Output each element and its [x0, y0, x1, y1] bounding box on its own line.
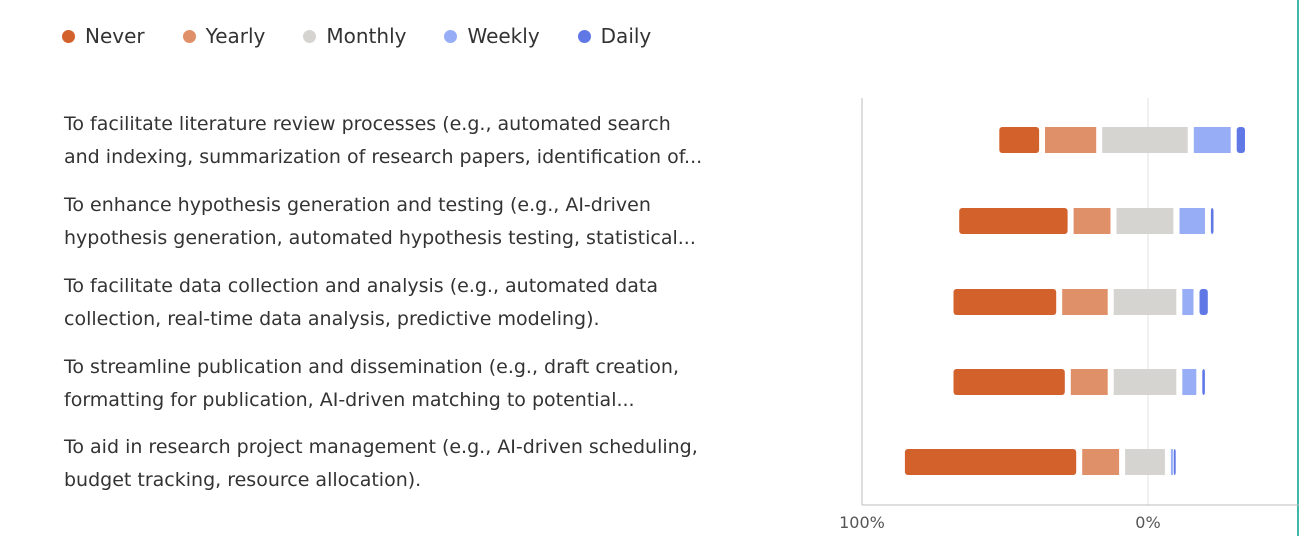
x-tick-label: 0% [1135, 513, 1160, 532]
bar-segment-weekly[interactable] [1182, 289, 1194, 315]
bar-segment-daily[interactable] [1210, 208, 1214, 234]
bar-segment-never[interactable] [959, 208, 1068, 234]
bar-segment-monthly[interactable] [1113, 369, 1177, 395]
bar-segment-daily[interactable] [1173, 449, 1176, 475]
bar-segment-yearly[interactable] [1082, 449, 1120, 475]
x-tick-label: 100% [839, 513, 885, 532]
bar-segment-yearly[interactable] [1062, 289, 1108, 315]
bar-group [904, 127, 1245, 475]
bar-segment-monthly[interactable] [1102, 127, 1188, 153]
bar-segment-yearly[interactable] [1070, 369, 1108, 395]
diverging-bar-chart: 100% 0% [839, 98, 1299, 532]
bar-segment-monthly[interactable] [1116, 208, 1174, 234]
bar-segment-never[interactable] [904, 449, 1077, 475]
bar-segment-yearly[interactable] [1073, 208, 1111, 234]
bar-segment-monthly[interactable] [1125, 449, 1165, 475]
bar-segment-yearly[interactable] [1045, 127, 1097, 153]
bar-segment-weekly[interactable] [1182, 369, 1197, 395]
bar-segment-never[interactable] [953, 289, 1057, 315]
bar-segment-daily[interactable] [1236, 127, 1245, 153]
bar-segment-daily[interactable] [1202, 369, 1205, 395]
bar-segment-never[interactable] [999, 127, 1040, 153]
bar-segment-daily[interactable] [1199, 289, 1208, 315]
bar-segment-never[interactable] [953, 369, 1065, 395]
bar-segment-weekly[interactable] [1170, 449, 1173, 475]
bar-segment-weekly[interactable] [1193, 127, 1231, 153]
bar-segment-weekly[interactable] [1179, 208, 1206, 234]
bar-segment-monthly[interactable] [1113, 289, 1177, 315]
